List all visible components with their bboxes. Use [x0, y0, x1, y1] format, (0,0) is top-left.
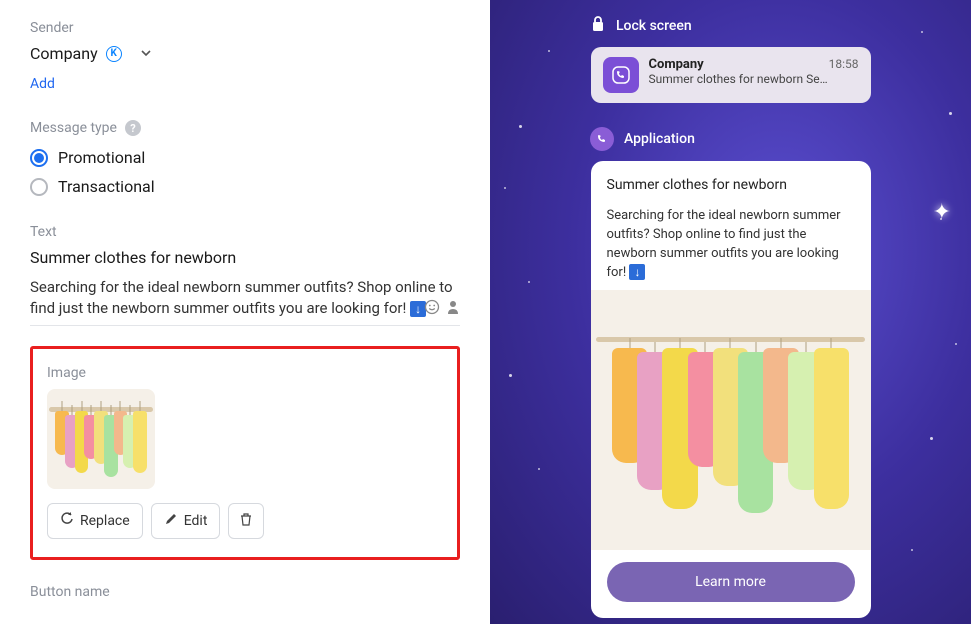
radio-promotional[interactable]: Promotional — [30, 148, 460, 167]
sender-label: Sender — [30, 20, 460, 36]
replace-button[interactable]: Replace — [47, 503, 143, 539]
lockscreen-label: Lock screen — [616, 18, 692, 34]
delete-button[interactable] — [228, 503, 264, 539]
lockscreen-notification[interactable]: Company 18:58 Summer clothes for newborn… — [591, 47, 871, 103]
radio-transactional[interactable]: Transactional — [30, 177, 460, 196]
edit-button[interactable]: Edit — [151, 503, 221, 539]
radio-icon — [30, 149, 48, 167]
add-sender-link[interactable]: Add — [30, 76, 55, 92]
preview-body: Searching for the ideal newborn summer o… — [607, 207, 855, 282]
radio-label: Promotional — [58, 148, 145, 167]
image-section-highlighted: Image Replace Edit — [30, 346, 460, 560]
notif-preview-text: Summer clothes for newborn Se… — [649, 72, 859, 86]
message-type-group: Message type ? Promotional Transactional — [30, 120, 460, 196]
notif-time: 18:58 — [829, 57, 859, 72]
lockscreen-header: Lock screen — [520, 15, 941, 37]
application-header: Application — [520, 127, 941, 151]
learn-more-button[interactable]: Learn more — [607, 562, 855, 602]
button-name-section: Button name — [30, 584, 460, 600]
image-label: Image — [47, 365, 443, 381]
replace-label: Replace — [80, 513, 130, 529]
edit-label: Edit — [184, 513, 208, 529]
message-type-label: Message type — [30, 120, 117, 136]
k-badge-icon: K — [106, 46, 122, 62]
help-icon[interactable]: ? — [125, 120, 141, 136]
application-label: Application — [624, 131, 695, 147]
personalize-icon[interactable] — [446, 299, 460, 321]
preview-title: Summer clothes for newborn — [607, 177, 855, 193]
pencil-icon — [164, 512, 178, 530]
text-body-value: Searching for the ideal newborn summer o… — [30, 278, 453, 317]
text-toolbar — [424, 299, 460, 321]
emoji-picker-icon[interactable] — [424, 299, 440, 321]
radio-icon — [30, 178, 48, 196]
sparkle-icon: ✦ — [933, 200, 951, 225]
chevron-down-icon — [140, 44, 152, 63]
text-section: Text Summer clothes for newborn Searchin… — [30, 224, 460, 326]
preview-image — [591, 290, 871, 550]
radio-label: Transactional — [58, 177, 155, 196]
preview-panel: ✦ Lock screen Company 18:58 Summer cloth… — [490, 0, 971, 624]
notif-app-name: Company — [649, 57, 704, 72]
refresh-icon — [60, 512, 74, 530]
editor-panel: Sender Company K Add Message type ? Prom… — [0, 0, 490, 624]
image-thumbnail[interactable] — [47, 389, 155, 489]
down-arrow-emoji: ↓ — [629, 264, 645, 280]
trash-icon — [239, 512, 253, 530]
text-title-value[interactable]: Summer clothes for newborn — [30, 248, 460, 267]
text-body-field[interactable]: Searching for the ideal newborn summer o… — [30, 277, 460, 326]
text-label: Text — [30, 224, 460, 240]
viber-app-icon — [603, 57, 639, 93]
sender-value: Company — [30, 44, 98, 63]
lock-icon — [590, 15, 606, 37]
button-name-label: Button name — [30, 584, 460, 600]
sender-dropdown[interactable]: Company K — [30, 44, 460, 63]
message-preview-card: Summer clothes for newborn Searching for… — [591, 161, 871, 618]
viber-round-icon — [590, 127, 614, 151]
